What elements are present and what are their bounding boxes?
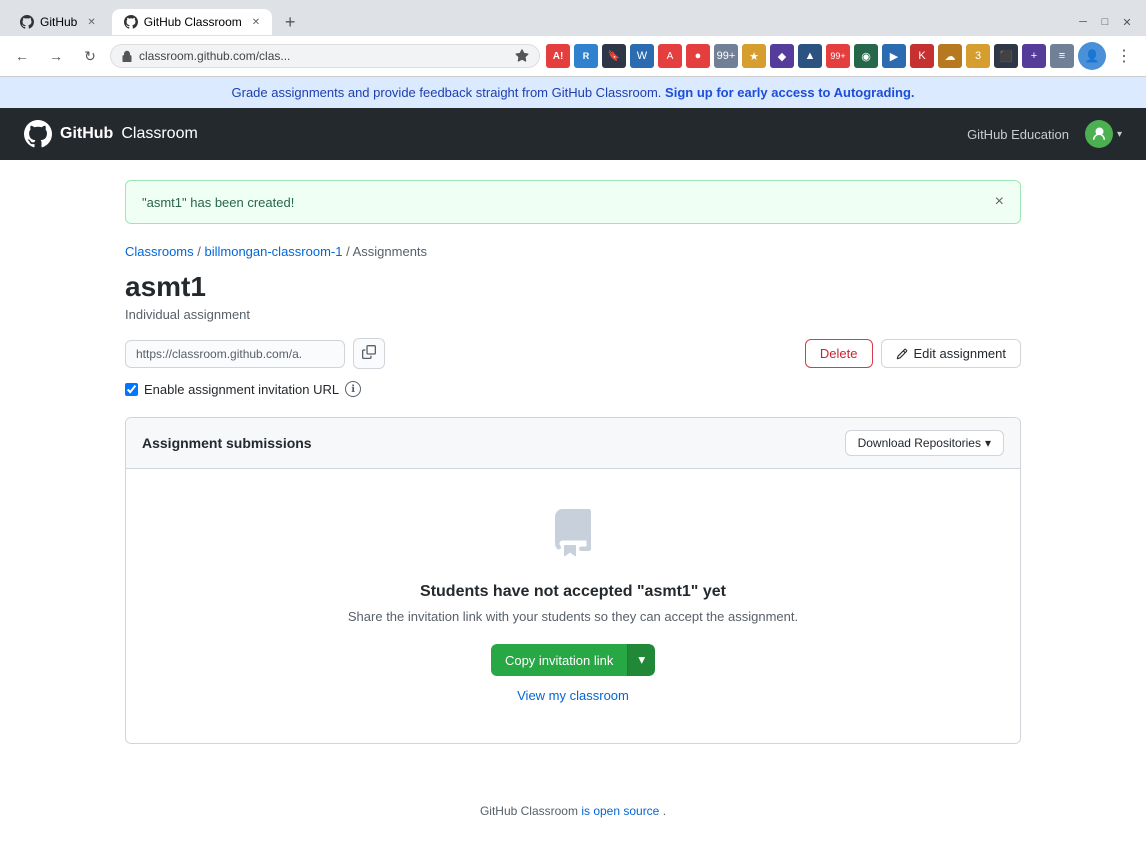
ext-icon-2[interactable]: R: [574, 44, 598, 68]
ext-icon-13[interactable]: ▶: [882, 44, 906, 68]
checkbox-row: Enable assignment invitation URL ℹ: [125, 381, 1021, 397]
banner-text: Grade assignments and provide feedback s…: [232, 85, 662, 100]
github-logo[interactable]: GitHub Classroom: [24, 120, 198, 148]
page-footer: GitHub Classroom is open source .: [125, 784, 1021, 838]
breadcrumb-classrooms[interactable]: Classrooms: [125, 244, 194, 259]
ext-icon-7[interactable]: 99+: [714, 44, 738, 68]
lock-icon: [121, 50, 133, 62]
star-icon[interactable]: [515, 49, 529, 63]
address-text: classroom.github.com/clas...: [139, 49, 290, 63]
invitation-url-input[interactable]: [125, 340, 345, 368]
empty-subtitle: Share the invitation link with your stud…: [146, 609, 1000, 624]
ext-icon-14[interactable]: K: [910, 44, 934, 68]
tab-classroom[interactable]: GitHub Classroom ✕: [112, 9, 272, 35]
download-btn-label: Download Repositories: [858, 436, 981, 450]
assignment-title: asmt1: [125, 271, 1021, 303]
delete-button[interactable]: Delete: [805, 339, 873, 368]
ext-icon-8[interactable]: ★: [742, 44, 766, 68]
ext-icon-10[interactable]: ▲: [798, 44, 822, 68]
nav-edu-label: GitHub Education: [967, 127, 1069, 142]
action-buttons: Delete Edit assignment: [805, 339, 1021, 368]
ext-icon-4[interactable]: W: [630, 44, 654, 68]
copy-icon: [362, 345, 376, 359]
submissions-box: Assignment submissions Download Reposito…: [125, 417, 1021, 744]
ext-icon-17[interactable]: ⬛: [994, 44, 1018, 68]
nav-user-avatar[interactable]: [1085, 120, 1113, 148]
breadcrumb-classroom-name[interactable]: billmongan-classroom-1: [204, 244, 342, 259]
submissions-title: Assignment submissions: [142, 435, 312, 451]
edit-assignment-button[interactable]: Edit assignment: [881, 339, 1022, 368]
submissions-empty: Students have not accepted "asmt1" yet S…: [126, 469, 1020, 743]
success-alert: "asmt1" has been created! ×: [125, 180, 1021, 224]
breadcrumb-section: Assignments: [353, 244, 427, 259]
ext-icon-5[interactable]: A: [658, 44, 682, 68]
ext-icon-6[interactable]: ●: [686, 44, 710, 68]
pencil-icon: [896, 348, 908, 360]
ext-icon-1[interactable]: A!: [546, 44, 570, 68]
enable-url-checkbox[interactable]: [125, 383, 138, 396]
url-row: Delete Edit assignment: [125, 338, 1021, 369]
avatar-icon: [1091, 126, 1107, 142]
github-octocat-icon: [24, 120, 52, 148]
main-content: "asmt1" has been created! × Classrooms /…: [93, 160, 1053, 858]
ext-icon-9[interactable]: ◆: [770, 44, 794, 68]
tab-github-close[interactable]: ✕: [87, 17, 95, 28]
github-nav: GitHub Classroom GitHub Education ▾: [0, 108, 1146, 160]
footer-text: GitHub Classroom: [480, 804, 578, 818]
copy-url-button[interactable]: [353, 338, 385, 369]
ext-icon-15[interactable]: ☁: [938, 44, 962, 68]
alert-message: "asmt1" has been created!: [142, 195, 294, 210]
copy-invitation-button-group[interactable]: Copy invitation link ▾: [491, 644, 655, 676]
enable-url-label: Enable assignment invitation URL: [144, 382, 339, 397]
minimize-button[interactable]: ─: [1076, 15, 1090, 29]
footer-link[interactable]: is open source: [581, 804, 659, 818]
forward-button[interactable]: →: [42, 42, 70, 70]
extension-icons: A! R 🔖 W A ● 99+ ★ ◆ ▲ 99+ ◉ ▶ K ☁ 3 ⬛ +…: [546, 42, 1138, 70]
tab-github-label: GitHub: [40, 15, 77, 29]
back-button[interactable]: ←: [8, 42, 36, 70]
ext-icon-16[interactable]: 3: [966, 44, 990, 68]
nav-logo-bold: GitHub: [60, 125, 113, 143]
close-window-button[interactable]: ✕: [1120, 15, 1134, 29]
ext-icon-11[interactable]: 99+: [826, 44, 850, 68]
view-classroom-link[interactable]: View my classroom: [146, 688, 1000, 703]
breadcrumb: Classrooms / billmongan-classroom-1 / As…: [125, 244, 1021, 259]
profile-avatar[interactable]: 👤: [1078, 42, 1106, 70]
maximize-button[interactable]: □: [1098, 15, 1112, 29]
tab-classroom-close[interactable]: ✕: [252, 17, 260, 28]
ext-icon-3[interactable]: 🔖: [602, 44, 626, 68]
copy-invitation-main-button[interactable]: Copy invitation link: [491, 644, 627, 676]
download-dropdown-arrow: ▾: [985, 436, 991, 450]
submissions-header: Assignment submissions Download Reposito…: [126, 418, 1020, 469]
edit-assignment-label: Edit assignment: [914, 346, 1007, 361]
alert-close-button[interactable]: ×: [995, 193, 1004, 211]
ext-icon-19[interactable]: ≡: [1050, 44, 1074, 68]
download-repositories-button[interactable]: Download Repositories ▾: [845, 430, 1004, 456]
empty-title: Students have not accepted "asmt1" yet: [146, 583, 1000, 601]
assignment-type: Individual assignment: [125, 307, 1021, 322]
ext-icon-18[interactable]: +: [1022, 44, 1046, 68]
nav-dropdown-arrow[interactable]: ▾: [1117, 129, 1122, 140]
footer-period: .: [663, 804, 666, 818]
copy-invitation-dropdown-button[interactable]: ▾: [627, 644, 655, 676]
info-icon[interactable]: ℹ: [345, 381, 361, 397]
nav-logo-text: Classroom: [121, 125, 197, 143]
ext-icon-12[interactable]: ◉: [854, 44, 878, 68]
tab-github[interactable]: GitHub ✕: [8, 9, 108, 35]
banner-link[interactable]: Sign up for early access to Autograding.: [665, 85, 914, 100]
chrome-menu-button[interactable]: ⋮: [1110, 42, 1138, 70]
notification-banner: Grade assignments and provide feedback s…: [0, 77, 1146, 108]
reload-button[interactable]: ↻: [76, 42, 104, 70]
empty-repo-icon: [146, 509, 1000, 567]
address-bar[interactable]: classroom.github.com/clas...: [110, 44, 540, 68]
tab-classroom-label: GitHub Classroom: [144, 15, 242, 29]
new-tab-button[interactable]: +: [276, 8, 304, 36]
